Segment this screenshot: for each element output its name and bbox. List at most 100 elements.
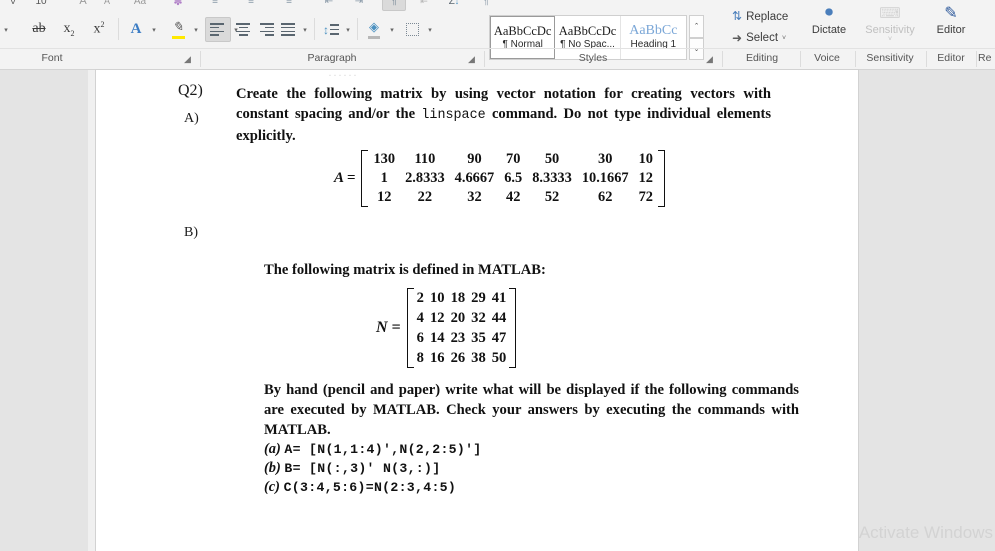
text-effects-icon[interactable]: A xyxy=(124,17,148,41)
replace-button[interactable]: ⇅ Replace xyxy=(732,9,788,24)
matrix-cell: 35 xyxy=(471,329,486,346)
matrix-cell: 29 xyxy=(471,289,486,306)
group-label-styles: Styles xyxy=(578,52,608,64)
matrix-cell: 4 xyxy=(416,309,424,326)
clear-formatting-icon[interactable]: ✽ xyxy=(168,0,188,10)
editor-button[interactable]: ✎ Editor xyxy=(929,2,973,36)
styles-dialog-launcher[interactable]: ◢ xyxy=(706,54,716,64)
matrix-n-name: N = xyxy=(376,319,401,336)
rtl-ltr-icon[interactable]: ⇤ xyxy=(414,0,434,9)
change-case-icon[interactable]: Aa xyxy=(128,0,152,10)
highlight-caret[interactable]: ▾ xyxy=(190,20,202,40)
align-right-button[interactable] xyxy=(254,17,278,42)
show-paragraph-marks-toggle[interactable]: ¶ xyxy=(382,0,406,11)
matrix-cell: 2 xyxy=(416,289,424,306)
command-code: C(3:4,5:6)=N(2:3,4:5) xyxy=(283,480,457,495)
justify-button[interactable] xyxy=(277,17,301,42)
sensitivity-icon: ⌨ xyxy=(879,5,901,22)
grow-font-icon[interactable]: A xyxy=(74,0,92,10)
subscript-icon[interactable]: x2 xyxy=(56,17,82,41)
font-dialog-launcher[interactable]: ◢ xyxy=(184,54,194,64)
document-page[interactable]: ······ Q2) A) B) Create the following ma… xyxy=(96,68,858,551)
borders-caret[interactable]: ▾ xyxy=(424,20,436,40)
strikethrough-icon[interactable]: ab xyxy=(26,17,52,41)
shrink-font-icon[interactable]: A xyxy=(98,0,116,10)
multilevel-list-icon[interactable]: ≡ xyxy=(278,0,300,9)
matrix-cell: 32 xyxy=(471,309,486,326)
font-group-divider xyxy=(118,18,119,40)
shading-button[interactable]: ◈ xyxy=(362,16,386,42)
line-spacing-icon: ↕ xyxy=(323,24,339,36)
align-left-button[interactable] xyxy=(205,17,231,42)
part-label-a: A) xyxy=(184,111,199,126)
line-spacing-button[interactable]: ↕ xyxy=(318,17,344,42)
superscript-label: x xyxy=(93,21,101,37)
styles-scroll-up-button[interactable]: ⌃ xyxy=(689,15,704,38)
matrix-cell: 16 xyxy=(429,349,445,366)
line-spacing-caret[interactable]: ▾ xyxy=(342,20,354,40)
word-application-window: ˅ 10 A A Aa ✽ ≡ ≡ ≡ ⇤ ⇥ ¶ ⇤ Z ↓ ¶ ▾ ab x… xyxy=(0,0,995,551)
superscript-sup: 2 xyxy=(100,20,105,30)
subscript-sub: 2 xyxy=(70,28,75,38)
cursor-icon: ➜ xyxy=(732,31,743,45)
list-item: (c) C(3:4,5:6)=N(2:3,4:5) xyxy=(264,478,482,497)
part-a-code-linspace: linspace xyxy=(421,108,486,124)
matrix-cell: 2.8333 xyxy=(405,170,445,186)
list-item: (b) B= [N(:,3)' N(3,:)] xyxy=(264,459,482,478)
matrix-cell: 38 xyxy=(471,349,486,366)
decrease-indent-icon[interactable]: ⇤ xyxy=(318,0,340,9)
font-size-combo-partial[interactable]: ˅ xyxy=(6,0,20,10)
matrix-cell: 32 xyxy=(467,189,482,205)
matrix-cell: 50 xyxy=(544,151,560,167)
sensitivity-label: Sensitivity xyxy=(865,24,915,36)
select-button[interactable]: ➜ Select ˅ xyxy=(732,31,786,45)
shading-caret[interactable]: ▾ xyxy=(386,20,398,40)
matrix-cell: 18 xyxy=(450,289,466,306)
table-row: 2 10 18 29 41 xyxy=(414,288,510,308)
borders-button[interactable] xyxy=(400,17,424,42)
align-center-button[interactable] xyxy=(231,17,255,42)
command-code: A= [N(1,1:4)',N(2,2:5)'] xyxy=(284,442,482,457)
group-label-editor: Editor xyxy=(937,52,965,64)
underline-dropdown-caret[interactable]: ▾ xyxy=(0,20,12,40)
numbering-icon[interactable]: ≡ xyxy=(240,0,262,9)
clipped-text-above: ······ xyxy=(328,68,358,82)
matrix-cell: 10 xyxy=(638,151,653,167)
justify-caret[interactable]: ▾ xyxy=(299,20,311,40)
matrix-cell: 50 xyxy=(491,349,507,366)
group-label-reuse: Re xyxy=(978,52,992,64)
matrix-cell: 20 xyxy=(450,309,466,326)
table-row: 6 14 23 35 47 xyxy=(414,328,510,348)
matrix-cell: 12 xyxy=(429,309,445,326)
activate-windows-watermark: Activate Windows xyxy=(858,523,993,542)
align-right-icon xyxy=(258,23,274,36)
ribbon: ˅ 10 A A Aa ✽ ≡ ≡ ≡ ⇤ ⇥ ¶ ⇤ Z ↓ ¶ ▾ ab x… xyxy=(0,0,995,70)
highlight-icon[interactable]: ✎ xyxy=(166,16,190,42)
matrix-cell: 10 xyxy=(429,289,445,306)
sensitivity-button[interactable]: ⌨ Sensitivity ˅ xyxy=(858,2,922,43)
group-label-font: Font xyxy=(41,52,63,64)
formatting-marks-icon[interactable]: ¶ xyxy=(476,0,496,9)
text-effects-caret[interactable]: ▾ xyxy=(148,20,160,40)
matrix-cell: 6.5 xyxy=(504,170,523,186)
dictate-button[interactable]: ⏺ Dictate xyxy=(805,2,853,36)
superscript-icon[interactable]: x2 xyxy=(86,17,112,41)
group-label-paragraph: Paragraph xyxy=(307,52,357,64)
command-label: (b) xyxy=(264,460,281,476)
style-preview: AaBbCс xyxy=(629,24,678,38)
select-label: Select xyxy=(746,32,779,44)
matrix-cell: 10.1667 xyxy=(581,170,629,186)
matrix-cell: 8.3333 xyxy=(532,170,572,186)
left-scroll-gutter[interactable] xyxy=(88,70,96,551)
matrix-n-left-bracket xyxy=(406,288,414,368)
bullets-icon[interactable]: ≡ xyxy=(204,0,226,9)
increase-indent-icon[interactable]: ⇥ xyxy=(348,0,370,9)
font-size-value-partial[interactable]: 10 xyxy=(26,0,56,10)
style-preview: AaBbCcDc xyxy=(558,24,617,38)
matrix-cell: 70 xyxy=(506,151,521,167)
matrix-a-left-bracket xyxy=(361,150,369,207)
matrix-cell: 41 xyxy=(491,289,507,306)
matrix-n-right-bracket xyxy=(509,288,517,368)
sort-icon[interactable]: Z ↓ xyxy=(442,0,466,9)
paragraph-dialog-launcher[interactable]: ◢ xyxy=(468,54,478,64)
